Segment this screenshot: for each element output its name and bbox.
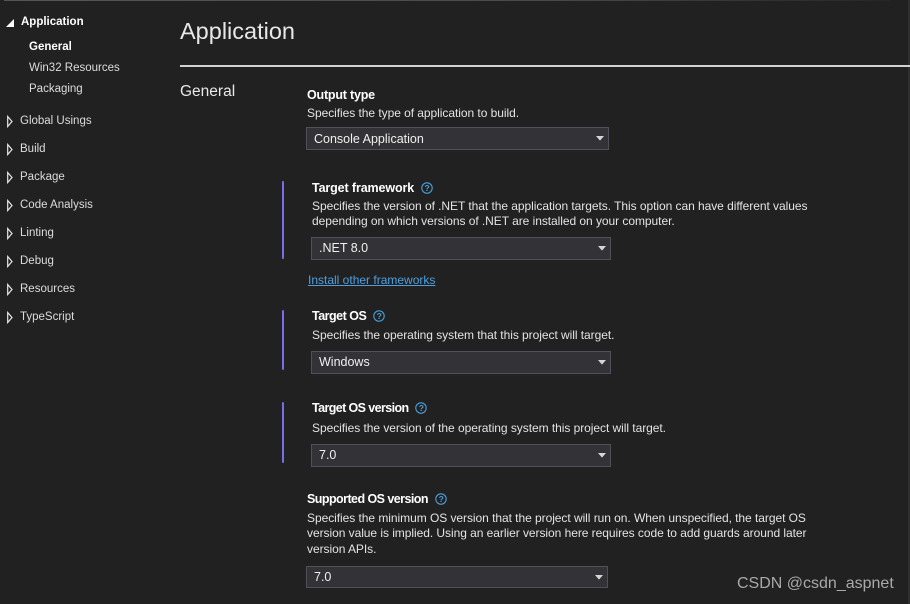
svg-text:?: ? bbox=[439, 494, 444, 504]
svg-text:?: ? bbox=[419, 403, 424, 413]
svg-text:?: ? bbox=[377, 311, 382, 321]
svg-text:?: ? bbox=[425, 183, 430, 193]
